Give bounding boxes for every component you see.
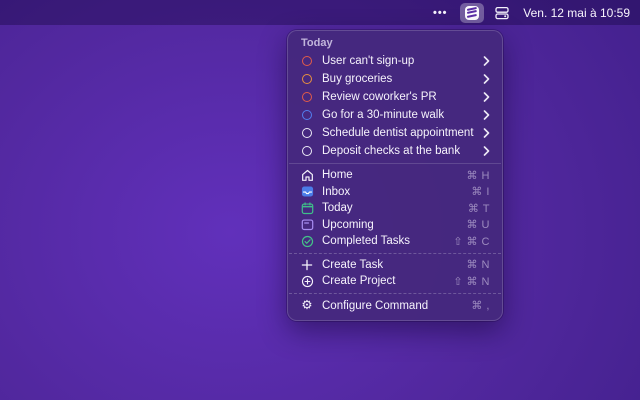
menu-item-inbox[interactable]: Inbox ⌘ I [288,184,502,201]
menu-divider [289,293,501,294]
shortcut-hint: ⌘ N [467,258,491,271]
priority-circle-icon [302,92,312,102]
home-icon [301,169,314,182]
chevron-right-icon [483,74,490,84]
inbox-icon [301,185,314,198]
menu-item-label: Create Project [322,275,396,287]
menu-item-label: Inbox [322,186,350,198]
task-item[interactable]: Deposit checks at the bank [288,142,502,160]
priority-circle-icon [302,146,312,156]
todoist-menubar-button[interactable] [460,3,484,23]
shortcut-hint: ⌘ , [471,299,490,312]
menu-item-configure-command[interactable]: ⚙ Configure Command ⌘ , [288,297,502,315]
priority-circle-icon [302,74,312,84]
priority-circle-icon [302,110,312,120]
shortcut-hint: ⌘ U [467,218,491,231]
shortcut-hint: ⌘ T [468,202,490,215]
menu-item-home[interactable]: Home ⌘ H [288,167,502,184]
plus-icon [301,259,313,271]
shortcut-hint: ⇧ ⌘ N [453,275,490,288]
task-label: Review coworker's PR [322,91,437,103]
chevron-right-icon [483,128,490,138]
chevron-right-icon [483,110,490,120]
menu-item-label: Upcoming [322,219,374,231]
desktop-wallpaper: ••• Ven. 12 mai à 10:59 Today User can't… [0,0,640,400]
todoist-logo-icon [465,6,479,20]
calendar-upcoming-icon [301,218,314,231]
menu-divider [289,253,501,254]
menu-item-label: Create Task [322,259,383,271]
task-label: Go for a 30-minute walk [322,109,444,121]
menu-item-create-task[interactable]: Create Task ⌘ N [288,257,502,274]
shortcut-hint: ⌘ I [471,185,490,198]
menu-item-completed-tasks[interactable]: Completed Tasks ⇧ ⌘ C [288,233,502,250]
task-label: Buy groceries [322,73,392,85]
shortcut-hint: ⌘ H [467,169,491,182]
section-header-today: Today [288,35,502,52]
menubar-overflow-ellipsis-icon[interactable]: ••• [427,3,453,23]
task-item[interactable]: Buy groceries [288,70,502,88]
circle-plus-icon [301,275,314,288]
task-label: Schedule dentist appointment [322,127,474,139]
task-label: Deposit checks at the bank [322,145,460,157]
priority-circle-icon [302,128,312,138]
menu-item-label: Home [322,169,353,181]
chevron-right-icon [483,92,490,102]
priority-circle-icon [302,56,312,66]
completed-check-icon [301,235,314,248]
chevron-right-icon [483,146,490,156]
gear-icon: ⚙ [301,299,312,312]
menu-item-label: Configure Command [322,300,428,312]
stack-icon [494,5,510,21]
menubar-clock[interactable]: Ven. 12 mai à 10:59 [523,6,630,20]
stack-menubar-icon[interactable] [491,3,513,23]
task-item[interactable]: Review coworker's PR [288,88,502,106]
menu-divider [289,163,501,164]
task-item[interactable]: Go for a 30-minute walk [288,106,502,124]
menu-item-upcoming[interactable]: Upcoming ⌘ U [288,217,502,234]
menu-item-label: Completed Tasks [322,235,410,247]
menu-item-label: Today [322,202,353,214]
shortcut-hint: ⇧ ⌘ C [453,235,490,248]
task-item[interactable]: User can't sign-up [288,52,502,70]
chevron-right-icon [483,56,490,66]
menu-item-create-project[interactable]: Create Project ⇧ ⌘ N [288,273,502,290]
calendar-today-icon [301,202,314,215]
task-item[interactable]: Schedule dentist appointment [288,124,502,142]
menu-bar: ••• Ven. 12 mai à 10:59 [0,0,640,25]
menu-item-today[interactable]: Today ⌘ T [288,200,502,217]
todoist-dropdown-menu: Today User can't sign-up Buy groceries R… [287,30,503,321]
task-label: User can't sign-up [322,55,414,67]
